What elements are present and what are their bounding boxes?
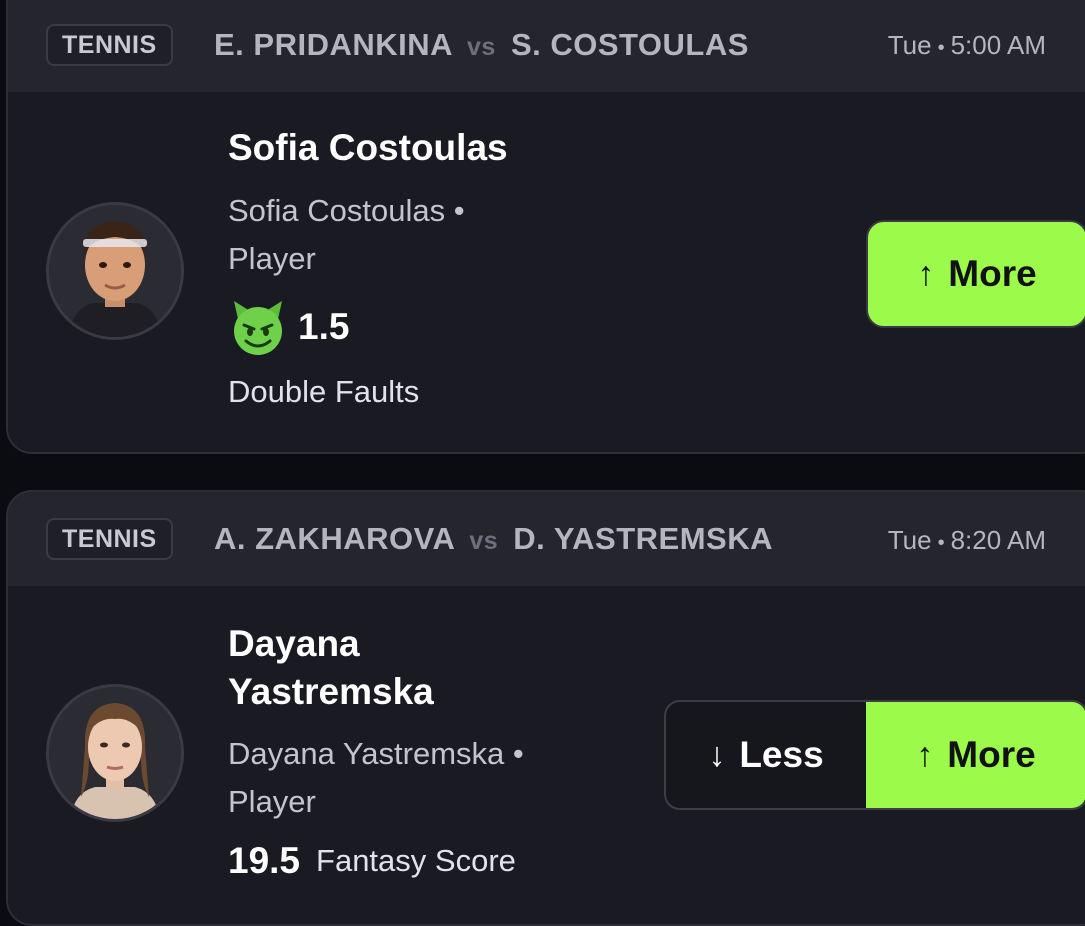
less-button[interactable]: ↓ Less [666,702,866,808]
game-clock: 5:00 AM [950,30,1046,60]
matchup-player-2: S. COSTOULAS [510,27,749,62]
player-subtitle: Sofia Costoulas • Player [228,193,465,276]
player-name: Dayana Yastremska [228,623,434,712]
arrow-up-icon: ↑ [916,735,934,774]
player-subtitle: Dayana Yastremska • Player [228,736,524,819]
player-name: Sofia Costoulas [228,127,508,168]
matchup: E. PRIDANKINA vs S. COSTOULAS [214,27,749,63]
matchup: A. ZAKHAROVA vs D. YASTREMSKA [214,521,773,557]
projection-card: TENNIS E. PRIDANKINA vs S. COSTOULAS Tue… [6,0,1085,454]
line-row: 1.5 [228,297,349,357]
game-time: Tue • 5:00 AM [887,30,1046,60]
arrow-down-icon: ↓ [708,735,726,774]
less-label: Less [739,734,824,775]
matchup-player-1: E. PRIDANKINA [214,27,452,62]
vs-label: vs [467,33,496,61]
game-time: Tue • 8:20 AM [887,525,1046,555]
arrow-up-icon: ↑ [917,254,935,293]
more-label: More [948,253,1037,294]
more-button[interactable]: ↑ More [866,702,1085,808]
game-day: Tue [887,30,932,60]
game-day: Tue [887,525,932,555]
line-value: 1.5 [298,306,350,347]
line-row: 19.5 Fantasy Score [228,840,516,882]
stat-name: Fantasy Score [316,843,516,878]
more-label: More [947,734,1036,775]
player-avatar [46,684,184,822]
sport-badge: TENNIS [46,24,173,66]
player-avatar [46,202,184,340]
sport-badge: TENNIS [46,518,173,560]
projection-card: TENNIS A. ZAKHAROVA vs D. YASTREMSKA Tue… [6,490,1085,926]
demon-icon [234,301,282,355]
pick-button-group: ↓ Less ↑ More [664,700,1085,810]
game-clock: 8:20 AM [950,525,1046,555]
matchup-player-1: A. ZAKHAROVA [214,521,455,556]
stat-name: Double Faults [228,374,420,409]
matchup-player-2: D. YASTREMSKA [513,521,774,556]
vs-label: vs [469,527,499,555]
more-button[interactable]: ↑ More [866,220,1085,328]
line-value: 19.5 [228,840,301,881]
